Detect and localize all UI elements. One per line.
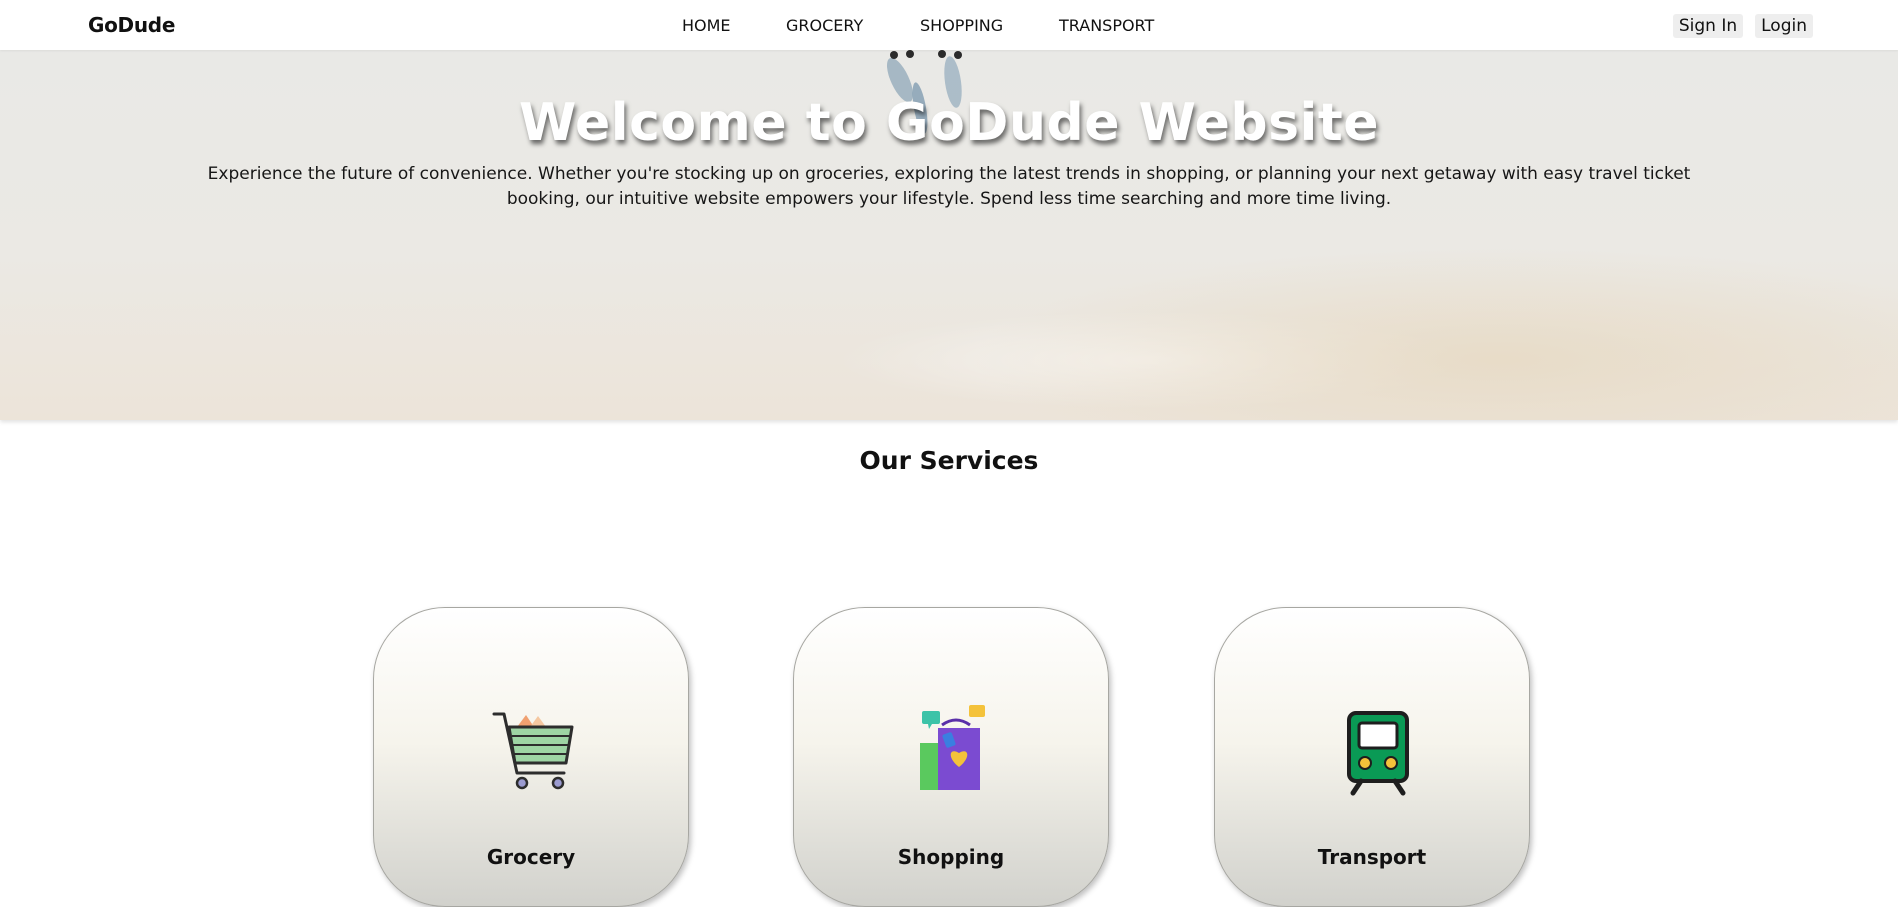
sign-in-button[interactable]: Sign In <box>1672 14 1744 38</box>
hero-description: Experience the future of convenience. Wh… <box>207 164 1691 209</box>
main-nav: HOME GROCERY SHOPPING TRANSPORT <box>0 16 1898 36</box>
service-card-shopping[interactable]: Shopping <box>793 607 1109 907</box>
shopping-bags-icon <box>920 705 985 790</box>
service-label-shopping: Shopping <box>897 845 1005 869</box>
hero-banner: Welcome to GoDude Website Experience the… <box>0 50 1898 420</box>
services-heading: Our Services <box>859 446 1039 475</box>
shopping-cart-icon <box>492 712 574 790</box>
nav-link-home[interactable]: HOME <box>682 16 731 35</box>
hero-title: Welcome to GoDude Website <box>519 93 1379 153</box>
login-button[interactable]: Login <box>1755 14 1813 38</box>
nav-link-transport[interactable]: TRANSPORT <box>1059 16 1154 35</box>
nav-link-grocery[interactable]: GROCERY <box>786 16 863 35</box>
train-icon <box>1347 711 1409 796</box>
nav-link-shopping[interactable]: SHOPPING <box>920 16 1003 35</box>
navbar: GoDude HOME GROCERY SHOPPING TRANSPORT S… <box>0 0 1898 50</box>
service-card-grocery[interactable]: Grocery <box>373 607 689 907</box>
auth-buttons: Sign In Login <box>1672 14 1813 38</box>
service-label-transport: Transport <box>1317 845 1427 869</box>
service-label-grocery: Grocery <box>486 845 576 869</box>
service-card-transport[interactable]: Transport <box>1214 607 1530 907</box>
